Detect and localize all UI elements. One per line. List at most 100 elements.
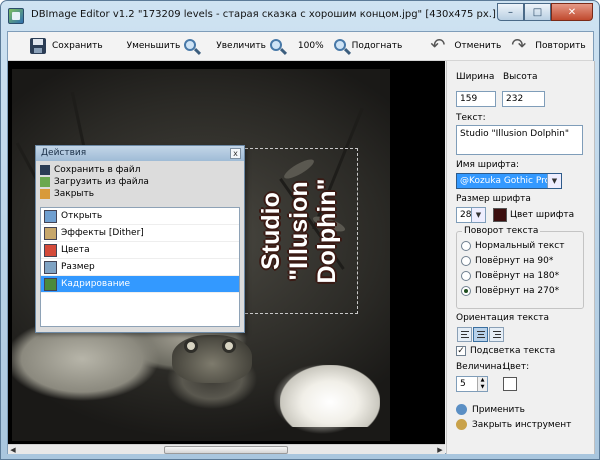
height-input[interactable]: 232 [502,91,545,107]
rotated-text-overlay: Studio "Illusion Dolphin" [240,148,358,314]
font-size-chevron-icon[interactable]: ▼ [471,208,485,222]
redo-arrow-icon: ↷ [511,35,527,56]
close-button[interactable]: ✕ [551,3,593,21]
client-area: Сохранить Уменьшить Увеличить 100% Подог… [7,31,595,454]
app-window: DBImage Editor v1.2 "173209 levels - ста… [0,0,600,460]
highlight-checkbox[interactable]: ✓ Подсветка текста [456,346,555,356]
close-action-item[interactable]: Закрыть [40,188,240,200]
fit-label: Подогнать [351,41,403,51]
open-image-icon [44,209,57,223]
font-color-swatch[interactable] [493,208,507,222]
zoom-in-label: Увеличить [216,41,266,51]
zoom-out-button[interactable]: Уменьшить [127,35,203,57]
rotation-180-radio[interactable]: Повёрнут на 180* [461,271,559,281]
highlight-color-swatch[interactable] [503,377,517,391]
rotation-option-label: Повёрнут на 90* [475,256,554,266]
radio-circle-selected [461,286,471,296]
close-tool-icon [456,419,467,430]
apply-button[interactable]: Применить [456,404,525,415]
size-label: Величина: [456,362,505,372]
text-input[interactable]: Studio "Illusion Dolphin" [456,125,583,155]
close-tool-label: Закрыть инструмент [472,419,572,430]
highlight-label: Подсветка текста [470,346,556,356]
fit-magnifier-icon [333,39,346,51]
checkbox-checked-icon: ✓ [456,346,466,356]
align-left-button[interactable] [457,327,472,342]
frog-eye [222,339,236,353]
image-canvas[interactable]: Studio "Illusion Dolphin" Действия x Сох… [8,61,445,444]
list-item-effects[interactable]: Эффекты [Dither] [41,225,239,242]
horizontal-scrollbar[interactable]: ◀ ▶ [8,444,445,454]
rotation-title: Поворот текста [462,226,541,236]
list-item-crop[interactable]: Кадрирование [41,276,239,293]
list-item-label: Открыть [61,211,103,221]
actions-file-menu: Сохранить в файл Загрузить из файла Закр… [40,164,240,200]
text-label: Текст: [456,113,486,123]
actions-close-button[interactable]: x [230,148,241,159]
list-item-resize[interactable]: Размер [41,259,239,276]
rotation-90-radio[interactable]: Повёрнут на 90* [461,256,553,266]
apply-icon [456,404,467,415]
orientation-label: Ориентация текста [456,313,549,323]
width-input[interactable]: 159 [456,91,496,107]
save-button[interactable]: Сохранить [30,35,103,57]
open-folder-icon [40,177,50,187]
font-size-select[interactable]: 28 ▼ [456,207,486,223]
font-size-value: 28 [460,210,472,220]
rotation-group: Поворот текста Нормальный текст Повёрнут… [456,226,584,309]
redo-button[interactable]: ↷ Повторить [511,35,585,57]
minimize-button[interactable]: – [497,3,524,21]
width-label: Ширина [456,72,495,82]
maximize-button[interactable]: □ [524,3,551,21]
floppy-disk-icon [30,38,46,54]
height-label: Высота [503,72,538,82]
resize-icon [44,260,57,274]
save-to-file-label: Сохранить в файл [54,165,141,175]
close-box-icon [40,189,50,199]
align-center-button[interactable] [473,327,488,342]
close-tool-button[interactable]: Закрыть инструмент [456,419,571,430]
radio-circle [461,256,471,266]
font-name-label: Имя шрифта: [456,160,520,170]
effects-icon [44,226,57,240]
actions-list: Открыть Эффекты [Dither] Цвета Размер Ка… [40,207,240,327]
window-title: DBImage Editor v1.2 "173209 levels - ста… [31,9,528,20]
water-lily [280,365,380,427]
list-item-colors[interactable]: Цвета [41,242,239,259]
crop-icon [44,277,57,291]
save-to-file-item[interactable]: Сохранить в файл [40,164,240,176]
load-from-file-item[interactable]: Загрузить из файла [40,176,240,188]
colors-icon [44,243,57,257]
radio-circle [461,241,471,251]
scroll-thumb[interactable] [164,446,288,454]
font-name-select[interactable]: @Kozuka Gothic Pro L ▼ [456,173,562,189]
highlight-size-stepper[interactable]: 5 ▲ ▼ [456,376,488,392]
rotation-option-label: Повёрнут на 270* [475,286,560,296]
list-item-label: Эффекты [Dither] [61,228,144,238]
magnifier-icon [184,39,197,51]
list-item-label: Цвета [61,245,90,255]
align-right-button[interactable] [489,327,504,342]
zoom-in-button[interactable]: Увеличить [216,35,288,57]
actions-title[interactable]: Действия [36,146,244,161]
undo-button[interactable]: ↶ Отменить [430,35,501,57]
list-item-open[interactable]: Открыть [41,208,239,225]
scroll-left-arrow-icon[interactable]: ◀ [8,445,18,455]
chevron-down-icon[interactable]: ▼ [547,174,561,188]
title-bar[interactable]: DBImage Editor v1.2 "173209 levels - ста… [1,1,599,31]
fit-button[interactable]: Подогнать [333,35,403,57]
load-from-file-label: Загрузить из файла [54,177,149,187]
actions-panel: Действия x Сохранить в файл Загрузить из… [35,145,245,333]
list-item-label: Кадрирование [61,279,130,289]
toolbar: Сохранить Уменьшить Увеличить 100% Подог… [8,32,593,61]
highlight-size-value: 5 [460,379,466,389]
undo-arrow-icon: ↶ [430,35,446,56]
scroll-right-arrow-icon[interactable]: ▶ [435,445,445,455]
rotation-270-radio[interactable]: Повёрнут на 270* [461,286,559,296]
rotation-normal-radio[interactable]: Нормальный текст [461,241,564,251]
overlay-line-2: "Illusion [285,181,313,281]
zoom-100-button[interactable]: 100% [298,35,324,57]
zoom-out-label: Уменьшить [126,41,181,51]
stepper-arrows-icon[interactable]: ▲ ▼ [477,377,487,391]
overlay-line-3: Dolphin" [313,178,341,284]
